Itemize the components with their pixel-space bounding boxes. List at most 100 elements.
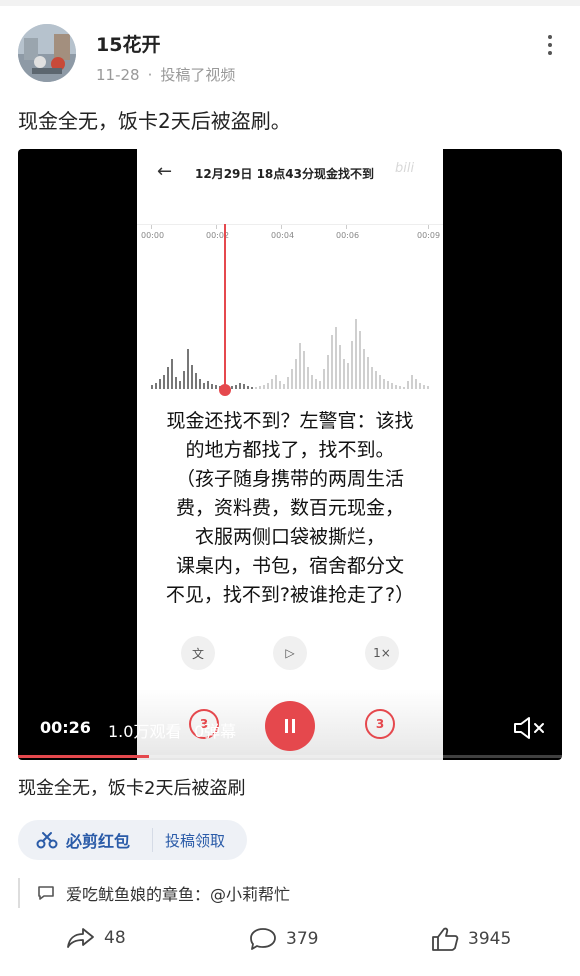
action-bar: 48 379 3945 (0, 924, 580, 960)
progress-fill (18, 755, 149, 758)
video-player[interactable]: ← 12月29日 18点43分现金找不到 bili 00:00 00:02 00… (18, 149, 562, 760)
top-strip (0, 0, 580, 6)
waveform-bar (295, 359, 297, 389)
video-caption: 现金还找不到？左警官：该找 的地方都找了，找不到。 （孩子随身携带的两周生活 费… (165, 410, 415, 606)
waveform-bar (187, 349, 189, 389)
like-button[interactable]: 3945 (430, 926, 511, 952)
waveform-bar (323, 369, 325, 389)
avatar-image (18, 24, 76, 82)
waveform-bar (231, 386, 233, 389)
waveform-bar (215, 385, 217, 389)
scissors-icon (36, 832, 58, 849)
waveform-bar (191, 365, 193, 389)
waveform-bar (359, 331, 361, 389)
waveform-bar (267, 383, 269, 389)
waveform-bar (155, 383, 157, 389)
comment-bubble-icon (38, 886, 54, 900)
speed-button: 1× (365, 636, 399, 670)
post-action: 投稿了视频 (160, 66, 236, 84)
avatar[interactable] (18, 24, 76, 82)
pause-icon (265, 701, 315, 751)
waveform-bar (247, 386, 249, 389)
comment-icon (250, 928, 276, 950)
share-icon (67, 928, 94, 948)
transcript-button: 文 (181, 636, 215, 670)
waveform-bar (291, 369, 293, 389)
back-arrow-icon: ← (157, 161, 173, 182)
waveform-bar (367, 357, 369, 389)
waveform-bar (375, 371, 377, 389)
waveform-bar (335, 327, 337, 389)
timeline-tick (281, 225, 282, 229)
promo-label-group: 必剪红包 (18, 828, 153, 852)
waveform-bar (163, 375, 165, 389)
waveform-bar (419, 383, 421, 389)
waveform-bar (347, 363, 349, 389)
meta-separator: · (147, 65, 153, 84)
playhead[interactable] (224, 224, 226, 389)
author-name[interactable]: 15花开 (96, 30, 160, 57)
waveform-bar (255, 387, 257, 389)
waveform-bar (387, 381, 389, 389)
timeline-line (137, 224, 443, 225)
waveform-bar (399, 386, 401, 389)
promo-action[interactable]: 投稿领取 (153, 830, 225, 851)
post-text: 现金全无，饭卡2天后被盗刷。 (18, 109, 291, 133)
waveform-bar (279, 381, 281, 389)
video-title[interactable]: 现金全无，饭卡2天后被盗刷 (18, 774, 245, 800)
post-meta: 11-28 · 投稿了视频 (96, 64, 235, 85)
waveform-bar (239, 383, 241, 389)
playhead-handle[interactable] (219, 384, 231, 396)
waveform-bar (207, 381, 209, 389)
promo-label: 必剪红包 (66, 832, 131, 851)
thumbs-up-icon (432, 927, 459, 951)
danmaku-count: 0弹幕 (194, 722, 237, 741)
waveform-bar (307, 367, 309, 389)
promo-pill[interactable]: 必剪红包 投稿领取 (18, 820, 247, 860)
flag-icon: ▷ (273, 636, 307, 670)
waveform-bar (423, 385, 425, 389)
timeline-label: 00:04 (271, 231, 295, 240)
waveform-bar (167, 367, 169, 389)
comment-button[interactable]: 379 (248, 926, 318, 952)
comment-text: 爱吃鱿鱼娘的章鱼：@小莉帮忙 (66, 885, 291, 904)
waveform-bar (395, 385, 397, 389)
forward-icon: 3 (365, 709, 395, 739)
timeline-label: 00:00 (141, 231, 165, 240)
waveform-bar (351, 341, 353, 389)
playback-time: 00:26 (40, 718, 91, 737)
waveform-bar (427, 386, 429, 389)
waveform-bar (259, 386, 261, 389)
waveform-bar (183, 371, 185, 389)
waveform-bar (363, 349, 365, 389)
waveform-bar (315, 379, 317, 389)
waveform-bar (343, 359, 345, 389)
waveform-bar (283, 384, 285, 389)
waveform-bar (263, 385, 265, 389)
waveform-bar (151, 385, 153, 389)
waveform-bar (415, 379, 417, 389)
post-date: 11-28 (96, 65, 140, 84)
waveform-bar (355, 319, 357, 389)
audio-waveform (137, 299, 443, 389)
like-count: 3945 (468, 929, 512, 949)
waveform-bar (199, 379, 201, 389)
timeline-label: 00:09 (417, 231, 441, 240)
watermark-logo: bili (395, 161, 415, 176)
waveform-bar (179, 381, 181, 389)
mute-icon[interactable] (512, 715, 546, 741)
waveform-bar (299, 343, 301, 389)
waveform-bar (271, 379, 273, 389)
waveform-bar (391, 383, 393, 389)
waveform-bar (403, 387, 405, 389)
waveform-bar (311, 375, 313, 389)
waveform-bar (411, 375, 413, 389)
timeline-tick (346, 225, 347, 229)
share-button[interactable]: 48 (66, 926, 126, 950)
waveform-bar (195, 373, 197, 389)
timeline-tick (151, 225, 152, 229)
waveform-bar (211, 384, 213, 389)
pinned-comment[interactable]: 爱吃鱿鱼娘的章鱼：@小莉帮忙 (18, 878, 290, 908)
waveform-bar (331, 335, 333, 389)
more-options-icon[interactable] (544, 32, 556, 58)
